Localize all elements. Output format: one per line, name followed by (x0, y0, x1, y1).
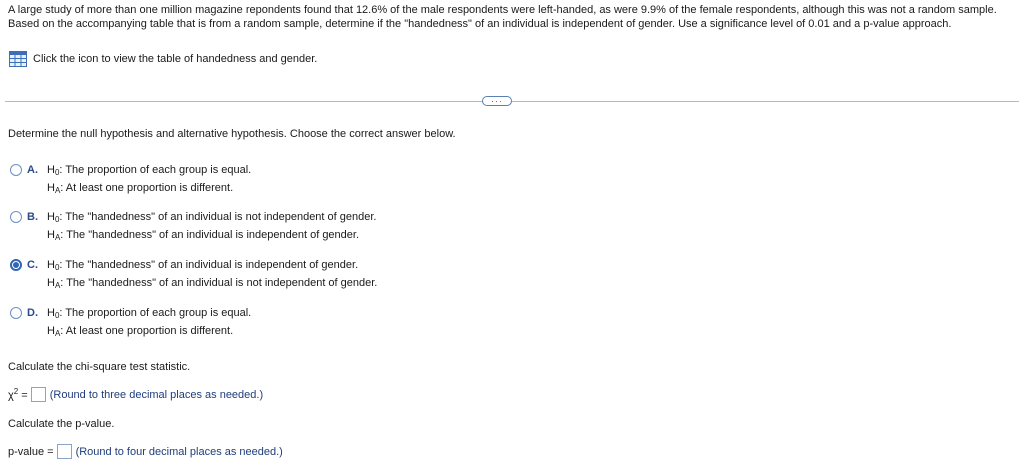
chi-square-label: χ2 = (8, 387, 28, 402)
option-d-alt-hypothesis: HA: At least one proportion is different… (47, 325, 234, 338)
p-value-input[interactable] (56, 444, 72, 459)
option-b-radio[interactable] (10, 211, 22, 223)
p-value-answer-row: p-value = (Round to four decimal places … (8, 444, 283, 459)
view-table-link[interactable]: Click the icon to view the table of hand… (9, 51, 317, 67)
option-a-radio[interactable] (10, 164, 22, 176)
expand-more-button[interactable]: ··· (482, 96, 512, 106)
option-c-letter: C. (27, 259, 38, 271)
option-b-letter: B. (27, 211, 38, 223)
chi-square-hint: (Round to three decimal places as needed… (49, 388, 264, 401)
p-value-label: p-value = (8, 445, 54, 458)
p-value-hint: (Round to four decimal places as needed.… (75, 445, 283, 458)
question-prompt: Determine the null hypothesis and altern… (8, 128, 456, 140)
table-grid-icon[interactable] (9, 51, 27, 67)
view-table-label: Click the icon to view the table of hand… (33, 53, 318, 65)
option-a-letter: A. (27, 164, 38, 176)
chi-square-answer-row: χ2 = (Round to three decimal places as n… (8, 387, 263, 402)
option-b-alt-hypothesis: HA: The "handedness" of an individual is… (47, 229, 360, 242)
option-c-null-hypothesis: H0: The "handedness" of an individual is… (47, 259, 359, 272)
option-b-null-hypothesis: H0: The "handedness" of an individual is… (47, 211, 377, 224)
section-divider (5, 101, 1019, 102)
option-a-alt-hypothesis: HA: At least one proportion is different… (47, 182, 234, 195)
option-d[interactable]: D. H0: The proportion of each group is e… (10, 306, 251, 342)
option-d-radio[interactable] (10, 307, 22, 319)
option-c-alt-hypothesis: HA: The "handedness" of an individual is… (47, 277, 378, 290)
option-d-letter: D. (27, 307, 38, 319)
problem-statement: A large study of more than one million m… (8, 4, 997, 30)
option-b[interactable]: B. H0: The "handedness" of an individual… (10, 210, 376, 246)
option-d-null-hypothesis: H0: The proportion of each group is equa… (47, 307, 252, 320)
option-a[interactable]: A. H0: The proportion of each group is e… (10, 163, 251, 199)
p-value-prompt: Calculate the p-value. (8, 418, 115, 430)
option-c-radio[interactable] (10, 259, 22, 271)
chi-square-input[interactable] (30, 387, 46, 402)
option-a-null-hypothesis: H0: The proportion of each group is equa… (47, 164, 252, 177)
chi-square-prompt: Calculate the chi-square test statistic. (8, 361, 191, 373)
option-c[interactable]: C. H0: The "handedness" of an individual… (10, 258, 377, 294)
